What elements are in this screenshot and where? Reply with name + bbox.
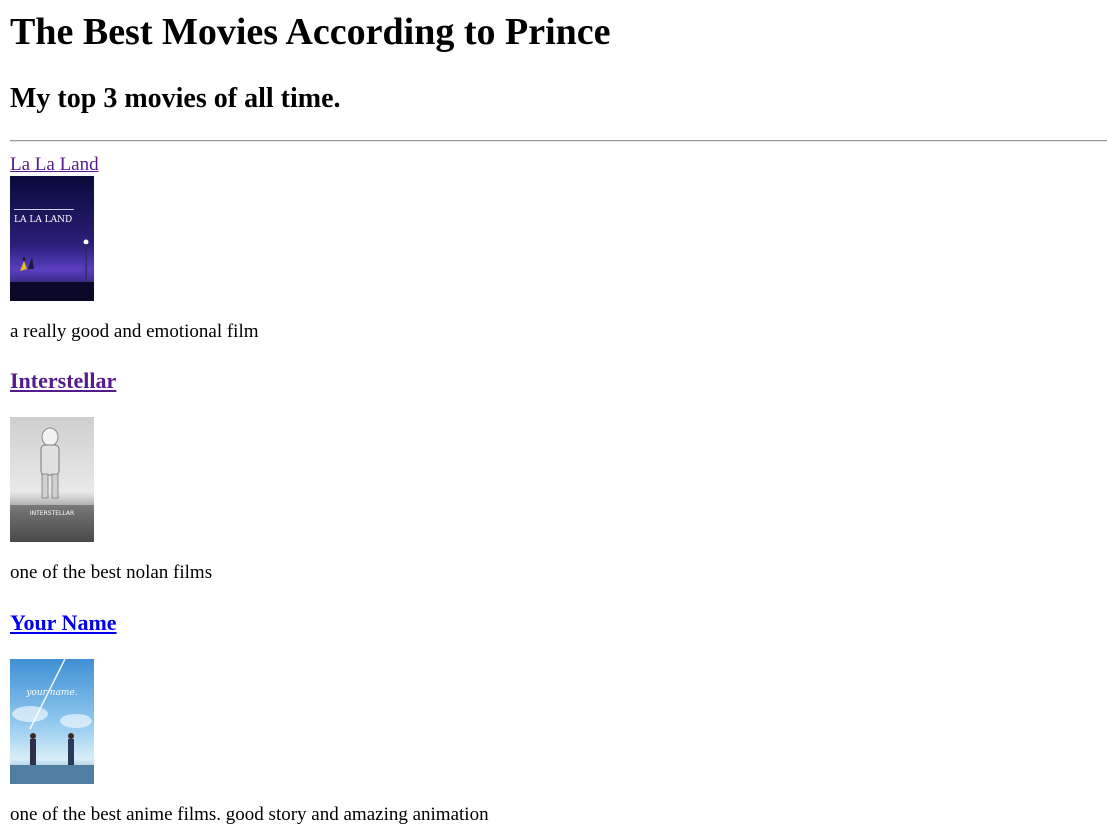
poster-title-interstellar: INTERSTELLAR bbox=[30, 510, 74, 517]
divider bbox=[10, 140, 1107, 142]
movie-description-interstellar: one of the best nolan films bbox=[10, 562, 213, 583]
poster-your-name-image: your name. bbox=[10, 659, 94, 784]
poster-la-la-land-image: LA LA LAND bbox=[10, 176, 94, 301]
page-subtitle: My top 3 movies of all time. bbox=[10, 83, 341, 114]
movie-description-your-name: one of the best anime films. good story … bbox=[10, 804, 489, 825]
poster-interstellar-image: INTERSTELLAR bbox=[10, 417, 94, 542]
poster-title-your-name: your name. bbox=[25, 688, 77, 698]
movie-description-la-la-land: a really good and emotional film bbox=[10, 321, 259, 342]
movie-link-your-name[interactable]: Your Name bbox=[10, 610, 117, 636]
movie-link-la-la-land[interactable]: La La Land bbox=[10, 153, 99, 177]
movie-link-interstellar[interactable]: Interstellar bbox=[10, 368, 116, 394]
page-title: The Best Movies According to Prince bbox=[10, 11, 611, 53]
poster-title-la-la-land: LA LA LAND bbox=[14, 215, 72, 225]
